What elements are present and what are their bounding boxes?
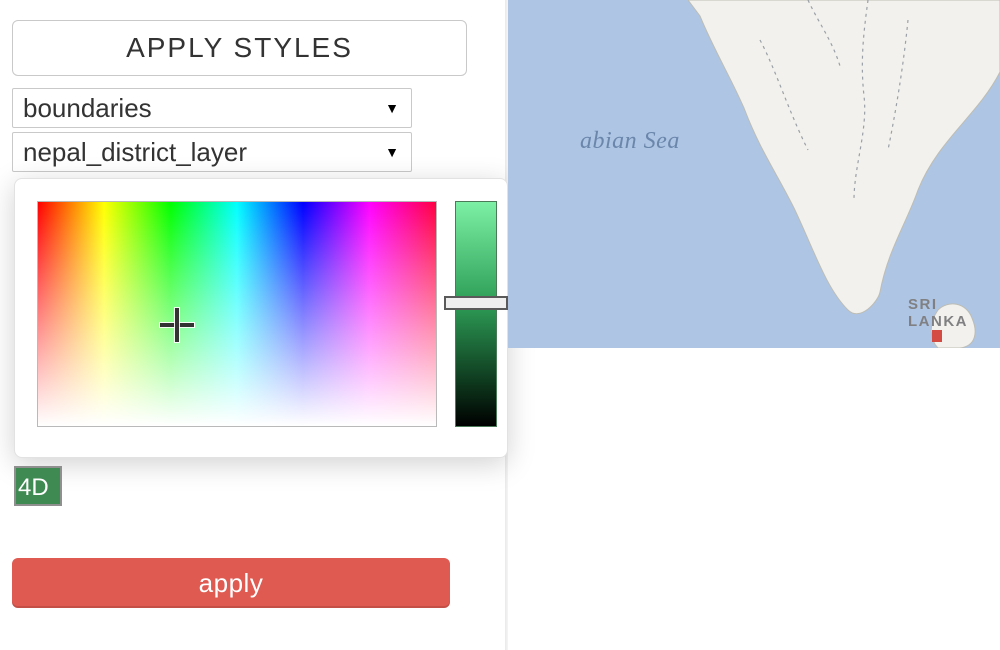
- hue-thumb[interactable]: [444, 296, 508, 310]
- color-sv-pane[interactable]: [37, 201, 437, 427]
- crosshair-icon: [160, 308, 194, 342]
- color-hue-rail[interactable]: [455, 201, 497, 427]
- sea-label: abian Sea: [580, 128, 680, 155]
- select-style-category[interactable]: boundaries ▼: [12, 88, 412, 128]
- color-picker-popover: [14, 178, 508, 458]
- country-label-sri-lanka: SRI LANKA: [908, 296, 1000, 330]
- select-layer[interactable]: nepal_district_layer ▼: [12, 132, 412, 172]
- select-style-category-value: boundaries: [23, 93, 152, 124]
- chevron-down-icon: ▼: [385, 144, 399, 160]
- apply-button[interactable]: apply: [12, 558, 450, 608]
- map-viewport[interactable]: abian Sea SRI LANKA: [508, 0, 1000, 348]
- select-layer-value: nepal_district_layer: [23, 137, 247, 168]
- chevron-down-icon: ▼: [385, 100, 399, 116]
- color-hex-chip[interactable]: 4D: [14, 466, 62, 506]
- map-marker-icon[interactable]: [932, 330, 942, 342]
- style-panel: APPLY STYLES boundaries ▼ nepal_district…: [12, 20, 467, 172]
- apply-styles-title[interactable]: APPLY STYLES: [12, 20, 467, 76]
